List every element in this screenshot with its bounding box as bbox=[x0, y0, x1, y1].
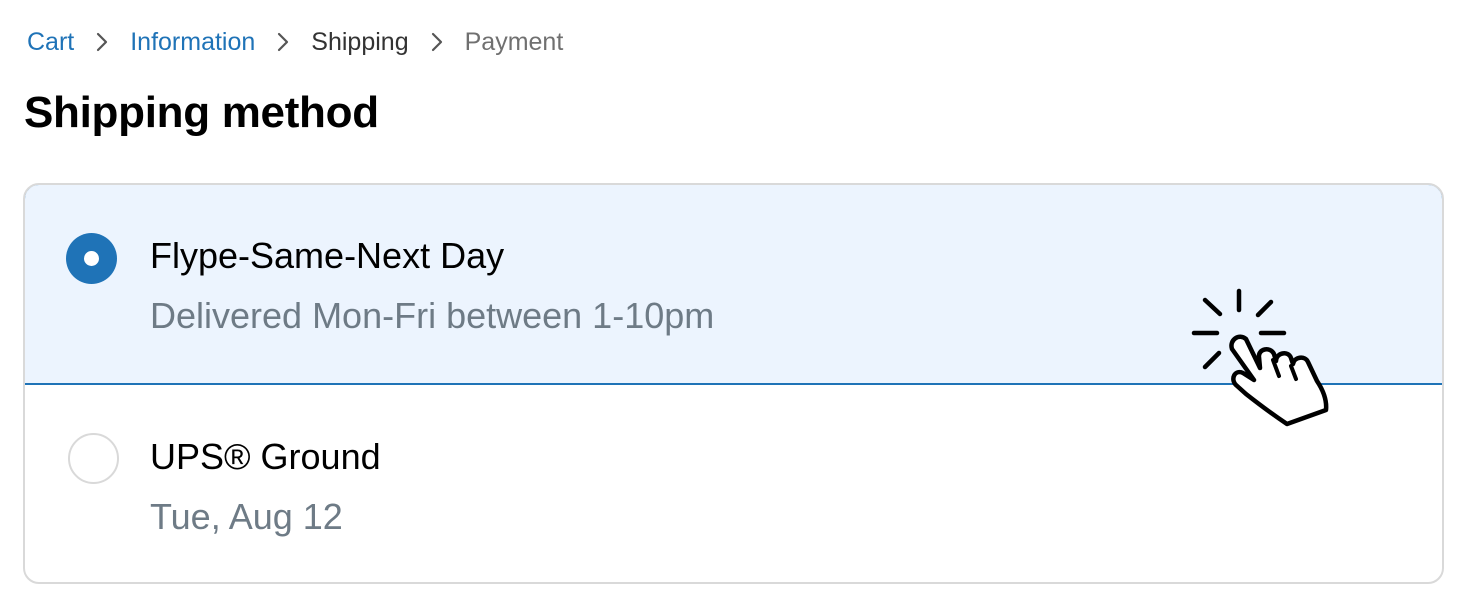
chevron-right-icon bbox=[409, 22, 465, 62]
breadcrumb-payment-step: Payment bbox=[464, 27, 564, 56]
chevron-right-icon bbox=[74, 22, 130, 62]
breadcrumb: Cart Information Shipping Payment bbox=[27, 22, 563, 62]
radio-unselected[interactable] bbox=[68, 433, 119, 484]
breadcrumb-cart-link[interactable]: Cart bbox=[27, 28, 74, 57]
page-title: Shipping method bbox=[24, 88, 379, 137]
hand-pointer-click-icon bbox=[1191, 288, 1329, 427]
chevron-right-icon bbox=[255, 22, 311, 62]
shipping-option-name: Flype-Same-Next Day bbox=[150, 235, 505, 276]
shipping-option-detail: Delivered Mon-Fri between 1-10pm bbox=[150, 295, 715, 336]
shipping-option-detail: Tue, Aug 12 bbox=[150, 496, 343, 537]
radio-selected[interactable] bbox=[66, 233, 117, 284]
breadcrumb-shipping-current: Shipping bbox=[311, 27, 409, 56]
breadcrumb-information-link[interactable]: Information bbox=[130, 28, 255, 57]
shipping-option-name: UPS® Ground bbox=[150, 436, 381, 477]
